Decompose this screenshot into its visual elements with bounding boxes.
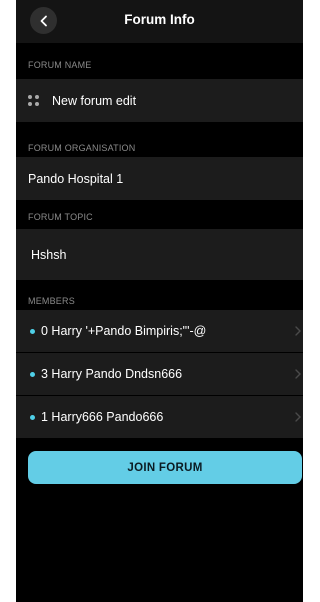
members-label: MEMBERS: [28, 296, 75, 306]
status-dot: [30, 371, 35, 377]
member-name: 0 Harry '+Pando Bimpiris;"'-@: [41, 324, 207, 338]
forum-name-label: FORUM NAME: [28, 60, 92, 70]
member-name: 3 Harry Pando Dndsn666: [41, 367, 183, 381]
forum-organisation-value: Pando Hospital 1: [28, 171, 124, 186]
forum-name-row[interactable]: New forum edit: [16, 79, 303, 122]
chevron-right-icon: [295, 369, 301, 379]
chevron-right-icon: [295, 326, 301, 336]
member-name: 1 Harry666 Pando666: [41, 410, 164, 424]
member-row[interactable]: 0 Harry '+Pando Bimpiris;"'-@: [16, 310, 303, 352]
member-row[interactable]: 1 Harry666 Pando666: [16, 396, 303, 438]
header-bar: Forum Info: [16, 0, 303, 43]
forum-info-screen: Forum Info FORUM NAME New forum edit FOR…: [16, 0, 303, 602]
forum-topic-row[interactable]: Hshsh: [16, 229, 303, 280]
forum-organisation-label: FORUM ORGANISATION: [28, 143, 136, 153]
page-title: Forum Info: [124, 12, 195, 27]
chevron-right-icon: [295, 412, 301, 422]
forum-organisation-row[interactable]: Pando Hospital 1: [16, 157, 303, 200]
dots-grid-icon: [28, 94, 40, 107]
forum-topic-value: Hshsh: [31, 247, 67, 262]
join-forum-button[interactable]: JOIN FORUM: [28, 451, 302, 484]
status-dot: [30, 414, 35, 420]
forum-name-value: New forum edit: [52, 93, 137, 108]
status-dot: [30, 328, 35, 334]
join-forum-label: JOIN FORUM: [127, 461, 203, 474]
forum-topic-label: FORUM TOPIC: [28, 212, 93, 222]
member-row[interactable]: 3 Harry Pando Dndsn666: [16, 353, 303, 395]
